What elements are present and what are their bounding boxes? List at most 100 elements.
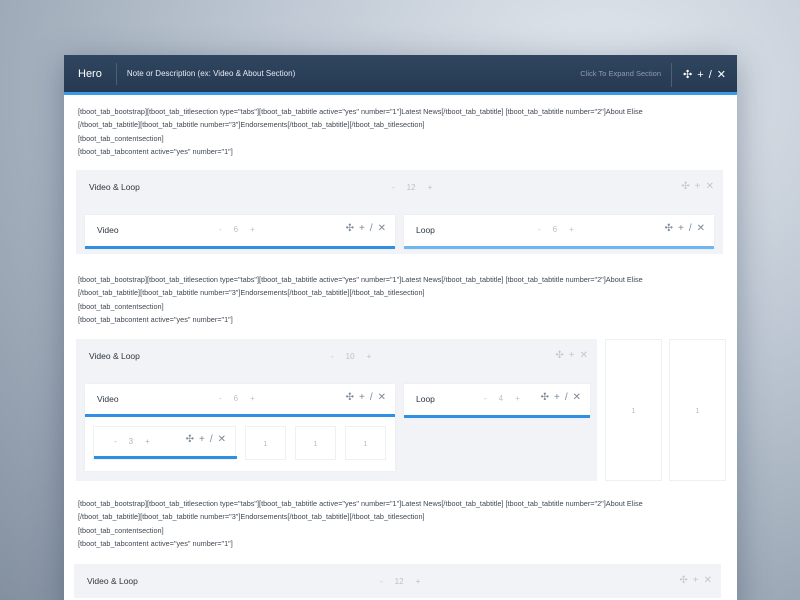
- column-width: 3: [128, 437, 134, 446]
- column-count: 12: [406, 182, 416, 192]
- increase-button[interactable]: +: [367, 352, 372, 361]
- add-icon[interactable]: +: [199, 435, 205, 445]
- shortcode-text-block: [tboot_tab_bootstrap][tboot_tab_titlesec…: [78, 105, 728, 159]
- edit-icon[interactable]: /: [565, 393, 568, 403]
- empty-column-slot[interactable]: 1: [295, 426, 336, 460]
- column-controls: ✣ + / ✕: [541, 393, 581, 403]
- edit-icon[interactable]: /: [370, 224, 373, 234]
- decrease-button[interactable]: -: [219, 225, 222, 234]
- column-card-video[interactable]: Video - 6 + ✣ + / ✕ - 3 + ✣ + / ✕ 1 1 1: [85, 384, 395, 471]
- close-icon[interactable]: ✕: [573, 393, 581, 403]
- empty-column-slot[interactable]: 1: [245, 426, 286, 460]
- add-icon[interactable]: +: [554, 393, 560, 403]
- section-description[interactable]: Note or Description (ex: Video & About S…: [117, 69, 295, 78]
- increase-button[interactable]: +: [569, 225, 574, 234]
- shortcode-text-block: [tboot_tab_bootstrap][tboot_tab_titlesec…: [78, 273, 728, 327]
- column-width: 6: [552, 225, 558, 234]
- move-icon[interactable]: ✣: [683, 69, 692, 81]
- add-icon[interactable]: +: [569, 351, 575, 361]
- column-underline: [94, 456, 237, 459]
- close-icon[interactable]: ✕: [697, 224, 705, 234]
- decrease-button[interactable]: -: [380, 577, 383, 586]
- section-header: Hero Note or Description (ex: Video & Ab…: [64, 55, 737, 95]
- add-icon[interactable]: +: [359, 393, 365, 403]
- move-icon[interactable]: ✣: [346, 393, 354, 403]
- row-bar[interactable]: Video & Loop - 12 + ✣ + ✕: [74, 564, 721, 598]
- code-line: [tboot_tab_contentsection]: [78, 525, 164, 535]
- code-line: [tboot_tab_contentsection]: [78, 133, 164, 143]
- increase-button[interactable]: +: [145, 437, 150, 446]
- column-underline: [404, 415, 590, 418]
- nested-column-card[interactable]: - 3 + ✣ + / ✕: [93, 426, 237, 460]
- side-column-slot[interactable]: 1: [669, 339, 726, 481]
- row-label: Video & Loop: [87, 576, 138, 586]
- row-label: Video & Loop: [89, 182, 140, 192]
- row-controls: ✣ + ✕: [681, 182, 714, 192]
- column-stepper: - 12 +: [386, 183, 438, 192]
- increase-button[interactable]: +: [515, 394, 520, 403]
- move-icon[interactable]: ✣: [186, 435, 194, 445]
- column-controls: ✣ + / ✕: [346, 224, 386, 234]
- increase-button[interactable]: +: [416, 577, 421, 586]
- move-icon[interactable]: ✣: [665, 224, 673, 234]
- empty-column-slot[interactable]: 1: [345, 426, 386, 460]
- section-title: Hero: [64, 62, 117, 85]
- close-icon[interactable]: ✕: [706, 182, 714, 192]
- column-stepper: - 6 +: [532, 225, 580, 234]
- column-underline: [85, 246, 395, 249]
- move-icon[interactable]: ✣: [555, 351, 563, 361]
- edit-icon[interactable]: /: [689, 224, 692, 234]
- move-icon[interactable]: ✣: [679, 576, 687, 586]
- column-card-video[interactable]: Video - 6 + ✣ + / ✕: [85, 215, 395, 249]
- move-icon[interactable]: ✣: [346, 224, 354, 234]
- column-stepper: - 4 +: [478, 394, 526, 403]
- decrease-button[interactable]: -: [219, 394, 222, 403]
- move-icon[interactable]: ✣: [541, 393, 549, 403]
- column-card-loop[interactable]: Loop - 4 + ✣ + / ✕: [404, 384, 590, 418]
- code-line: [/tboot_tab_tabtitle][tboot_tab_tabtitle…: [78, 288, 425, 298]
- add-icon[interactable]: +: [695, 182, 701, 192]
- add-icon[interactable]: +: [693, 576, 699, 586]
- side-column-slot[interactable]: 1: [605, 339, 662, 481]
- code-line: [tboot_tab_tabcontent active="yes" numbe…: [78, 147, 233, 157]
- column-stepper: - 6 +: [213, 394, 261, 403]
- close-icon[interactable]: ✕: [218, 435, 226, 445]
- hero-section-panel: Hero Note or Description (ex: Video & Ab…: [64, 55, 737, 600]
- close-icon[interactable]: ✕: [580, 351, 588, 361]
- decrease-button[interactable]: -: [331, 352, 334, 361]
- row-controls: ✣ + ✕: [555, 351, 588, 361]
- decrease-button[interactable]: -: [114, 437, 117, 446]
- row-bar[interactable]: Video & Loop - 10 + ✣ + ✕: [76, 339, 597, 373]
- code-line: [/tboot_tab_tabtitle][tboot_tab_tabtitle…: [78, 120, 425, 130]
- edit-icon[interactable]: /: [210, 435, 213, 445]
- close-icon[interactable]: ✕: [378, 393, 386, 403]
- close-icon[interactable]: ✕: [704, 576, 712, 586]
- decrease-button[interactable]: -: [484, 394, 487, 403]
- column-stepper: - 3 +: [108, 437, 156, 446]
- add-icon[interactable]: +: [359, 224, 365, 234]
- increase-button[interactable]: +: [428, 183, 433, 192]
- row-controls: ✣ + ✕: [679, 576, 712, 586]
- edit-icon[interactable]: /: [709, 69, 712, 81]
- add-icon[interactable]: +: [678, 224, 684, 234]
- column-width: 6: [233, 394, 239, 403]
- column-controls: ✣ + / ✕: [665, 224, 705, 234]
- column-stepper: - 12 +: [374, 577, 426, 586]
- increase-button[interactable]: +: [250, 225, 255, 234]
- increase-button[interactable]: +: [250, 394, 255, 403]
- row-label: Video & Loop: [89, 351, 140, 361]
- expand-section-link[interactable]: Click To Expand Section: [580, 69, 661, 78]
- code-line: [/tboot_tab_tabtitle][tboot_tab_tabtitle…: [78, 512, 425, 522]
- add-icon[interactable]: +: [697, 69, 703, 81]
- close-icon[interactable]: ✕: [717, 69, 726, 81]
- code-line: [tboot_tab_tabcontent active="yes" numbe…: [78, 315, 233, 325]
- decrease-button[interactable]: -: [392, 183, 395, 192]
- code-line: [tboot_tab_bootstrap][tboot_tab_titlesec…: [78, 499, 643, 508]
- decrease-button[interactable]: -: [538, 225, 541, 234]
- column-card-loop[interactable]: Loop - 6 + ✣ + / ✕: [404, 215, 714, 249]
- column-controls: ✣ + / ✕: [346, 393, 386, 403]
- move-icon[interactable]: ✣: [681, 182, 689, 192]
- close-icon[interactable]: ✕: [378, 224, 386, 234]
- row-bar[interactable]: Video & Loop - 12 + ✣ + ✕: [76, 170, 723, 204]
- edit-icon[interactable]: /: [370, 393, 373, 403]
